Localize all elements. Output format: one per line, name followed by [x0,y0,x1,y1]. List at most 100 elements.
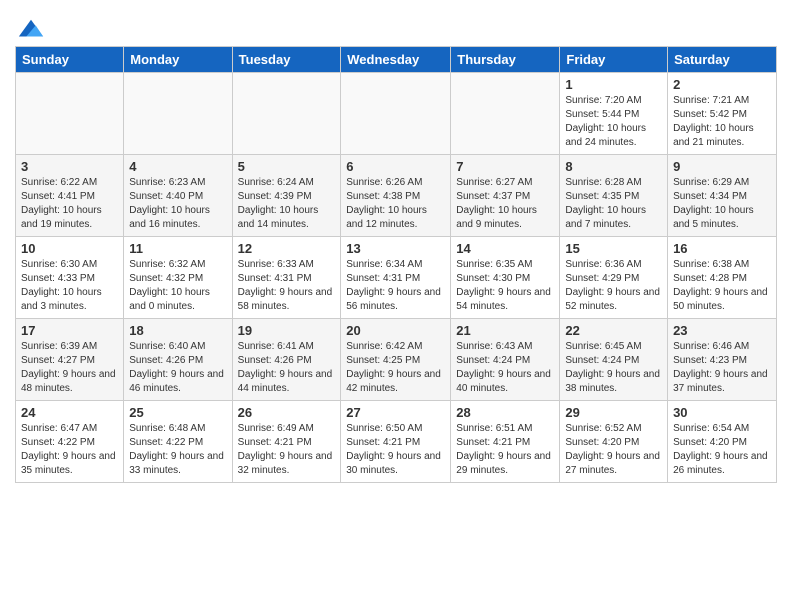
day-number: 19 [238,323,336,338]
day-cell [124,73,232,155]
day-info: Sunrise: 7:20 AM Sunset: 5:44 PM Dayligh… [565,94,662,150]
week-row-3: 10 Sunrise: 6:30 AM Sunset: 4:33 PM Dayli… [16,237,777,319]
day-info: Sunrise: 6:22 AM Sunset: 4:41 PM Dayligh… [21,176,118,232]
day-number: 21 [456,323,554,338]
day-cell: 16 Sunrise: 6:38 AM Sunset: 4:28 PM Dayli… [668,237,777,319]
day-info: Sunrise: 6:23 AM Sunset: 4:40 PM Dayligh… [129,176,226,232]
weekday-monday: Monday [124,47,232,73]
weekday-saturday: Saturday [668,47,777,73]
day-number: 20 [346,323,445,338]
day-info: Sunrise: 6:52 AM Sunset: 4:20 PM Dayligh… [565,422,662,478]
day-number: 14 [456,241,554,256]
day-cell: 18 Sunrise: 6:40 AM Sunset: 4:26 PM Dayli… [124,319,232,401]
day-cell: 8 Sunrise: 6:28 AM Sunset: 4:35 PM Daylig… [560,155,668,237]
day-cell: 27Sunrise: 6:50 AM Sunset: 4:21 PM Dayli… [341,401,451,483]
day-number: 25 [129,405,226,420]
day-number: 6 [346,159,445,174]
day-number: 2 [673,77,771,92]
day-number: 16 [673,241,771,256]
calendar-table: SundayMondayTuesdayWednesdayThursdayFrid… [15,46,777,483]
day-cell: 23 Sunrise: 6:46 AM Sunset: 4:23 PM Dayli… [668,319,777,401]
day-cell: 1 Sunrise: 7:20 AM Sunset: 5:44 PM Daylig… [560,73,668,155]
week-row-1: 1 Sunrise: 7:20 AM Sunset: 5:44 PM Daylig… [16,73,777,155]
day-info: Sunrise: 6:48 AM Sunset: 4:22 PM Dayligh… [129,422,226,478]
day-info: Sunrise: 6:42 AM Sunset: 4:25 PM Dayligh… [346,340,445,396]
day-info: Sunrise: 6:38 AM Sunset: 4:28 PM Dayligh… [673,258,771,314]
day-cell: 28 Sunrise: 6:51 AM Sunset: 4:21 PM Dayli… [451,401,560,483]
day-info: Sunrise: 6:29 AM Sunset: 4:34 PM Dayligh… [673,176,771,232]
day-info: Sunrise: 6:47 AM Sunset: 4:22 PM Dayligh… [21,422,118,478]
day-number: 12 [238,241,336,256]
day-cell: 22Sunrise: 6:45 AM Sunset: 4:24 PM Dayli… [560,319,668,401]
day-number: 28 [456,405,554,420]
day-number: 15 [565,241,662,256]
day-number: 7 [456,159,554,174]
day-number: 18 [129,323,226,338]
day-cell: 2 Sunrise: 7:21 AM Sunset: 5:42 PM Daylig… [668,73,777,155]
day-info: Sunrise: 6:28 AM Sunset: 4:35 PM Dayligh… [565,176,662,232]
day-cell: 9 Sunrise: 6:29 AM Sunset: 4:34 PM Daylig… [668,155,777,237]
day-cell: 25 Sunrise: 6:48 AM Sunset: 4:22 PM Dayli… [124,401,232,483]
day-info: Sunrise: 7:21 AM Sunset: 5:42 PM Dayligh… [673,94,771,150]
day-cell: 11Sunrise: 6:32 AM Sunset: 4:32 PM Dayli… [124,237,232,319]
logo-icon [17,16,45,44]
week-row-2: 3 Sunrise: 6:22 AM Sunset: 4:41 PM Daylig… [16,155,777,237]
day-info: Sunrise: 6:54 AM Sunset: 4:20 PM Dayligh… [673,422,771,478]
day-info: Sunrise: 6:45 AM Sunset: 4:24 PM Dayligh… [565,340,662,396]
logo [15,16,45,40]
day-cell: 10 Sunrise: 6:30 AM Sunset: 4:33 PM Dayli… [16,237,124,319]
day-cell: 3 Sunrise: 6:22 AM Sunset: 4:41 PM Daylig… [16,155,124,237]
day-cell: 29 Sunrise: 6:52 AM Sunset: 4:20 PM Dayli… [560,401,668,483]
day-info: Sunrise: 6:34 AM Sunset: 4:31 PM Dayligh… [346,258,445,314]
weekday-sunday: Sunday [16,47,124,73]
day-cell: 26Sunrise: 6:49 AM Sunset: 4:21 PM Dayli… [232,401,341,483]
day-info: Sunrise: 6:24 AM Sunset: 4:39 PM Dayligh… [238,176,336,232]
day-info: Sunrise: 6:27 AM Sunset: 4:37 PM Dayligh… [456,176,554,232]
day-cell: 7 Sunrise: 6:27 AM Sunset: 4:37 PM Daylig… [451,155,560,237]
day-number: 9 [673,159,771,174]
day-info: Sunrise: 6:39 AM Sunset: 4:27 PM Dayligh… [21,340,118,396]
day-number: 26 [238,405,336,420]
day-info: Sunrise: 6:40 AM Sunset: 4:26 PM Dayligh… [129,340,226,396]
day-info: Sunrise: 6:26 AM Sunset: 4:38 PM Dayligh… [346,176,445,232]
week-row-5: 24 Sunrise: 6:47 AM Sunset: 4:22 PM Dayli… [16,401,777,483]
day-info: Sunrise: 6:33 AM Sunset: 4:31 PM Dayligh… [238,258,336,314]
week-row-4: 17 Sunrise: 6:39 AM Sunset: 4:27 PM Dayli… [16,319,777,401]
day-info: Sunrise: 6:46 AM Sunset: 4:23 PM Dayligh… [673,340,771,396]
day-number: 29 [565,405,662,420]
day-cell: 12 Sunrise: 6:33 AM Sunset: 4:31 PM Dayli… [232,237,341,319]
day-cell: 17 Sunrise: 6:39 AM Sunset: 4:27 PM Dayli… [16,319,124,401]
day-number: 1 [565,77,662,92]
day-number: 8 [565,159,662,174]
day-cell [16,73,124,155]
day-cell: 20 Sunrise: 6:42 AM Sunset: 4:25 PM Dayli… [341,319,451,401]
day-cell: 4 Sunrise: 6:23 AM Sunset: 4:40 PM Daylig… [124,155,232,237]
day-cell: 13 Sunrise: 6:34 AM Sunset: 4:31 PM Dayli… [341,237,451,319]
weekday-header-row: SundayMondayTuesdayWednesdayThursdayFrid… [16,47,777,73]
day-number: 17 [21,323,118,338]
day-cell: 14 Sunrise: 6:35 AM Sunset: 4:30 PM Dayli… [451,237,560,319]
day-info: Sunrise: 6:51 AM Sunset: 4:21 PM Dayligh… [456,422,554,478]
day-cell: 5 Sunrise: 6:24 AM Sunset: 4:39 PM Daylig… [232,155,341,237]
day-cell: 6 Sunrise: 6:26 AM Sunset: 4:38 PM Daylig… [341,155,451,237]
weekday-tuesday: Tuesday [232,47,341,73]
calendar-body: 1 Sunrise: 7:20 AM Sunset: 5:44 PM Daylig… [16,73,777,483]
day-info: Sunrise: 6:35 AM Sunset: 4:30 PM Dayligh… [456,258,554,314]
day-cell [232,73,341,155]
day-number: 5 [238,159,336,174]
day-cell [341,73,451,155]
day-cell: 30Sunrise: 6:54 AM Sunset: 4:20 PM Dayli… [668,401,777,483]
day-cell: 19 Sunrise: 6:41 AM Sunset: 4:26 PM Dayli… [232,319,341,401]
day-cell: 21Sunrise: 6:43 AM Sunset: 4:24 PM Dayli… [451,319,560,401]
day-number: 24 [21,405,118,420]
day-number: 10 [21,241,118,256]
day-info: Sunrise: 6:32 AM Sunset: 4:32 PM Dayligh… [129,258,226,314]
day-number: 13 [346,241,445,256]
day-number: 23 [673,323,771,338]
day-info: Sunrise: 6:50 AM Sunset: 4:21 PM Dayligh… [346,422,445,478]
day-info: Sunrise: 6:30 AM Sunset: 4:33 PM Dayligh… [21,258,118,314]
day-info: Sunrise: 6:36 AM Sunset: 4:29 PM Dayligh… [565,258,662,314]
day-number: 3 [21,159,118,174]
day-number: 4 [129,159,226,174]
day-info: Sunrise: 6:41 AM Sunset: 4:26 PM Dayligh… [238,340,336,396]
